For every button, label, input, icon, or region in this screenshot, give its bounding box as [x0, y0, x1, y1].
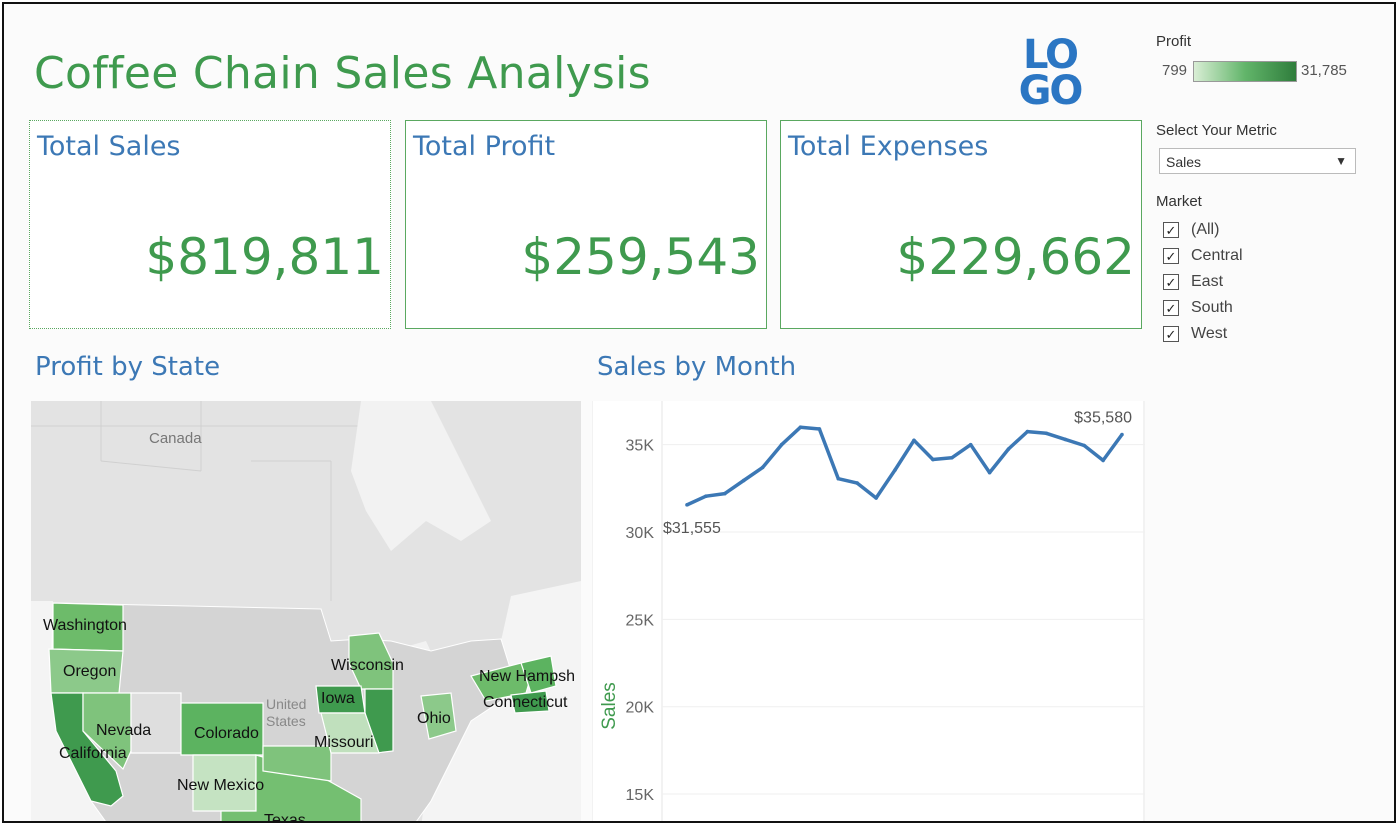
- market-option-central[interactable]: ✓ Central: [1163, 246, 1283, 268]
- logo-line-2: GO: [1019, 68, 1082, 106]
- dropdown-arrow-icon[interactable]: ▼: [1335, 154, 1347, 168]
- kpi-title: Total Profit: [413, 131, 556, 162]
- y-tick-label: 25K: [626, 612, 655, 629]
- dashboard-title: Coffee Chain Sales Analysis: [34, 48, 651, 99]
- chart-series-line[interactable]: [686, 425, 1124, 507]
- chart-data-label: $31,555: [663, 520, 721, 537]
- dashboard-frame: Coffee Chain Sales Analysis LO GO Profit…: [2, 2, 1396, 823]
- label-colorado: Colorado: [194, 725, 259, 742]
- chart-data-label: $35,580: [1074, 410, 1132, 427]
- market-option-label: Central: [1191, 247, 1243, 264]
- kpi-title: Total Sales: [37, 131, 181, 162]
- kpi-title: Total Expenses: [788, 131, 989, 162]
- logo: LO GO: [1019, 34, 1084, 106]
- profit-legend-max: 31,785: [1301, 62, 1347, 79]
- label-oregon: Oregon: [63, 663, 116, 680]
- market-option-west[interactable]: ✓ West: [1163, 324, 1283, 346]
- chart-point[interactable]: [1006, 447, 1011, 451]
- y-tick-label: 20K: [626, 700, 655, 717]
- kpi-card-total-expenses[interactable]: Total Expenses $229,662: [780, 120, 1142, 329]
- chart-point[interactable]: [779, 442, 784, 447]
- profit-legend-min: 799: [1162, 62, 1188, 79]
- market-option-south[interactable]: ✓ South: [1163, 298, 1283, 320]
- label-connecticut: Connecticut: [483, 694, 568, 711]
- label-wisconsin: Wisconsin: [331, 657, 404, 674]
- chart-point[interactable]: [1120, 432, 1124, 437]
- market-option-all[interactable]: ✓ (All): [1163, 220, 1283, 242]
- kpi-value: $229,662: [896, 228, 1135, 286]
- label-united: United: [266, 696, 306, 712]
- chart-point[interactable]: [931, 457, 935, 462]
- profit-by-state-map[interactable]: Canada United States Washington Oregon N…: [31, 401, 581, 823]
- chart-point[interactable]: [704, 494, 708, 499]
- profit-legend-title: Profit: [1156, 33, 1192, 50]
- chart-y-axis-label: Sales: [599, 682, 620, 730]
- chart-point[interactable]: [760, 465, 765, 470]
- metric-select[interactable]: Sales ▼: [1159, 148, 1356, 174]
- chart-point[interactable]: [1082, 443, 1086, 448]
- chart-point[interactable]: [685, 503, 689, 507]
- label-new-mexico: New Mexico: [177, 777, 264, 794]
- kpi-value: $819,811: [145, 228, 384, 286]
- chart-point[interactable]: [968, 442, 973, 447]
- chart-point[interactable]: [1025, 429, 1030, 434]
- market-option-east[interactable]: ✓ East: [1163, 272, 1283, 294]
- label-new-hampshire: New Hampsh: [479, 668, 575, 685]
- market-option-label: South: [1191, 299, 1233, 316]
- chart-point[interactable]: [836, 476, 841, 481]
- market-option-label: West: [1191, 325, 1228, 342]
- metric-select-value: Sales: [1166, 154, 1202, 170]
- y-tick-label: 15K: [626, 787, 655, 804]
- chart-canvas: 15K 20K 25K 30K 35K Sales $31,555 $35,580: [591, 401, 1145, 821]
- chart-title: Sales by Month: [597, 352, 797, 382]
- chart-annotations: $31,555 $35,580: [663, 410, 1132, 537]
- chart-point[interactable]: [949, 455, 954, 460]
- chart-point[interactable]: [741, 478, 746, 483]
- chart-point[interactable]: [1044, 431, 1049, 436]
- y-tick-label: 35K: [626, 438, 655, 455]
- label-iowa: Iowa: [321, 690, 355, 707]
- checkbox-icon[interactable]: ✓: [1163, 274, 1179, 290]
- market-option-label: (All): [1191, 221, 1220, 238]
- chart-y-ticks: 15K 20K 25K 30K 35K: [626, 438, 655, 804]
- chart-point[interactable]: [874, 496, 878, 500]
- market-option-label: East: [1191, 273, 1224, 290]
- chart-gridlines: [662, 444, 1145, 795]
- checkbox-icon[interactable]: ✓: [1163, 222, 1179, 238]
- checkbox-icon[interactable]: ✓: [1163, 300, 1179, 316]
- kpi-card-total-profit[interactable]: Total Profit $259,543: [405, 120, 767, 329]
- y-tick-label: 30K: [626, 525, 655, 542]
- profit-legend-gradient: [1193, 61, 1297, 82]
- label-california: California: [59, 745, 127, 762]
- label-states: States: [266, 713, 306, 729]
- label-ohio: Ohio: [417, 710, 451, 727]
- label-canada: Canada: [149, 430, 202, 447]
- checkbox-icon[interactable]: ✓: [1163, 248, 1179, 264]
- chart-point[interactable]: [1063, 437, 1068, 442]
- market-filter-label: Market: [1156, 193, 1202, 210]
- chart-point[interactable]: [798, 425, 803, 430]
- chart-point[interactable]: [855, 481, 860, 485]
- map-canvas: Canada United States Washington Oregon N…: [31, 401, 581, 823]
- map-title: Profit by State: [35, 352, 221, 382]
- chart-point[interactable]: [1101, 458, 1105, 463]
- checkbox-icon[interactable]: ✓: [1163, 326, 1179, 342]
- sales-by-month-chart[interactable]: 15K 20K 25K 30K 35K Sales $31,555 $35,580: [591, 401, 1145, 821]
- metric-selector-label: Select Your Metric: [1156, 122, 1277, 139]
- label-washington: Washington: [43, 617, 127, 634]
- chart-point[interactable]: [723, 491, 727, 496]
- chart-point[interactable]: [893, 468, 897, 472]
- label-missouri: Missouri: [314, 734, 374, 751]
- chart-point[interactable]: [817, 427, 822, 431]
- label-nevada: Nevada: [96, 722, 151, 739]
- chart-point[interactable]: [912, 438, 916, 443]
- chart-point[interactable]: [987, 470, 992, 475]
- label-texas: Texas: [264, 812, 306, 823]
- kpi-card-total-sales[interactable]: Total Sales $819,811: [29, 120, 391, 329]
- kpi-value: $259,543: [521, 228, 760, 286]
